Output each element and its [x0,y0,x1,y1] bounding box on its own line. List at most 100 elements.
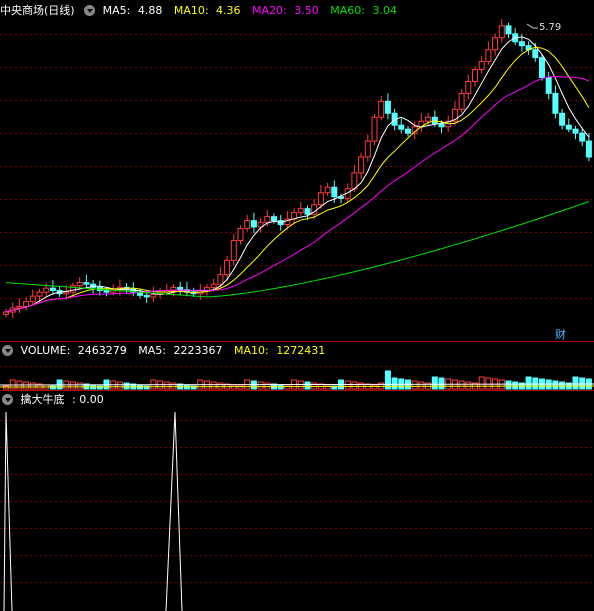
candle-body [177,286,184,291]
candle-body [3,311,9,315]
candle-body [585,140,592,158]
volume-legend: VOLUME: 2463279 [20,344,127,357]
volume-bar [210,381,217,390]
candle-body [36,291,43,297]
candle-body [358,156,365,174]
volume-bar [391,377,398,390]
candle-body [572,128,579,134]
volume-bar [351,381,358,390]
candle-body [76,282,83,287]
volume-bar [438,377,445,390]
candle-body [217,274,224,285]
high-price-arrow [526,23,538,29]
volume-bar [525,376,532,390]
volume-bar [297,380,304,390]
volume-menu-icon[interactable] [2,344,13,356]
candle-body [398,124,405,130]
candle-body [16,305,23,309]
candle-body [378,100,385,118]
candle-body [472,69,478,82]
volume-bar [163,381,170,390]
candle-body [49,287,56,292]
candle-body [297,208,304,214]
volume-bar [123,382,130,390]
candle-body [304,208,311,215]
candle-body [505,25,512,35]
candle-body [364,140,371,158]
candle-body [237,228,244,241]
volume-bar [512,381,519,390]
volume-bar [29,382,36,390]
volume-bar [116,381,123,390]
volume-bar [23,381,30,390]
indicator-spike [165,411,183,611]
indicator-spike [3,411,13,611]
candle-body [492,37,499,51]
indicator-menu-icon[interactable] [2,393,13,405]
candle-body [438,123,445,128]
volume-bar [559,381,566,390]
high-price-label: 5.79 [539,22,562,33]
candle-body [317,192,324,206]
candle-body [210,283,217,288]
candle-body [103,290,110,293]
candle-body [63,291,70,295]
volume-bar [465,381,472,390]
candle-body [371,116,378,142]
volume-bar [3,385,9,390]
candle-body [532,49,539,59]
volume-bar [324,384,331,390]
candle-body [244,220,251,230]
volume-bar [552,380,559,390]
candle-body [458,92,465,110]
candle-body [331,186,338,198]
volume-bar [478,376,485,390]
volume-bar [532,377,539,390]
candle-body [559,112,566,126]
candle-body [143,294,150,298]
candle-body [29,295,36,303]
candle-body [324,186,331,194]
volume-bar [76,382,83,390]
volume-bar [505,380,512,390]
volume-bar [257,381,264,390]
candle-body [264,216,271,223]
ma10-line [5,46,590,313]
candle-body [579,132,586,142]
candle-body [545,77,552,94]
volume-bar [458,380,465,390]
volume-bar [70,381,76,390]
volume-bar [217,382,224,390]
volume-bar [579,377,586,390]
volume-bar [485,377,492,390]
candle-body [425,116,432,122]
candle-body [224,259,231,276]
candle-body [351,172,358,190]
candle-body [70,285,76,293]
candle-body [518,41,525,47]
candle-body [384,100,391,114]
volume-bar [264,382,271,390]
volume-bar [411,380,418,390]
chart-canvas[interactable] [0,0,594,611]
candle-body [150,294,157,298]
ma20-line [5,76,590,313]
candle-body [465,80,472,94]
candle-body [565,124,572,130]
volume-bar [344,380,351,390]
candle-body [498,25,505,39]
candle-body [230,239,237,261]
volume-bar [304,381,311,390]
volume-ma10-legend: MA10: 1272431 [234,344,326,357]
candle-body [83,282,90,285]
volume-bar [371,384,378,390]
volume-bar [572,376,579,390]
candle-body [250,220,257,228]
finance-icon[interactable]: 财 [555,326,566,342]
volume-bar [431,376,438,390]
indicator-legend: 擒大牛底 : 0.00 [20,393,104,406]
volume-bar [170,382,177,390]
candle-body [271,216,277,222]
candle-body [485,49,492,63]
volume-bar [418,381,425,390]
